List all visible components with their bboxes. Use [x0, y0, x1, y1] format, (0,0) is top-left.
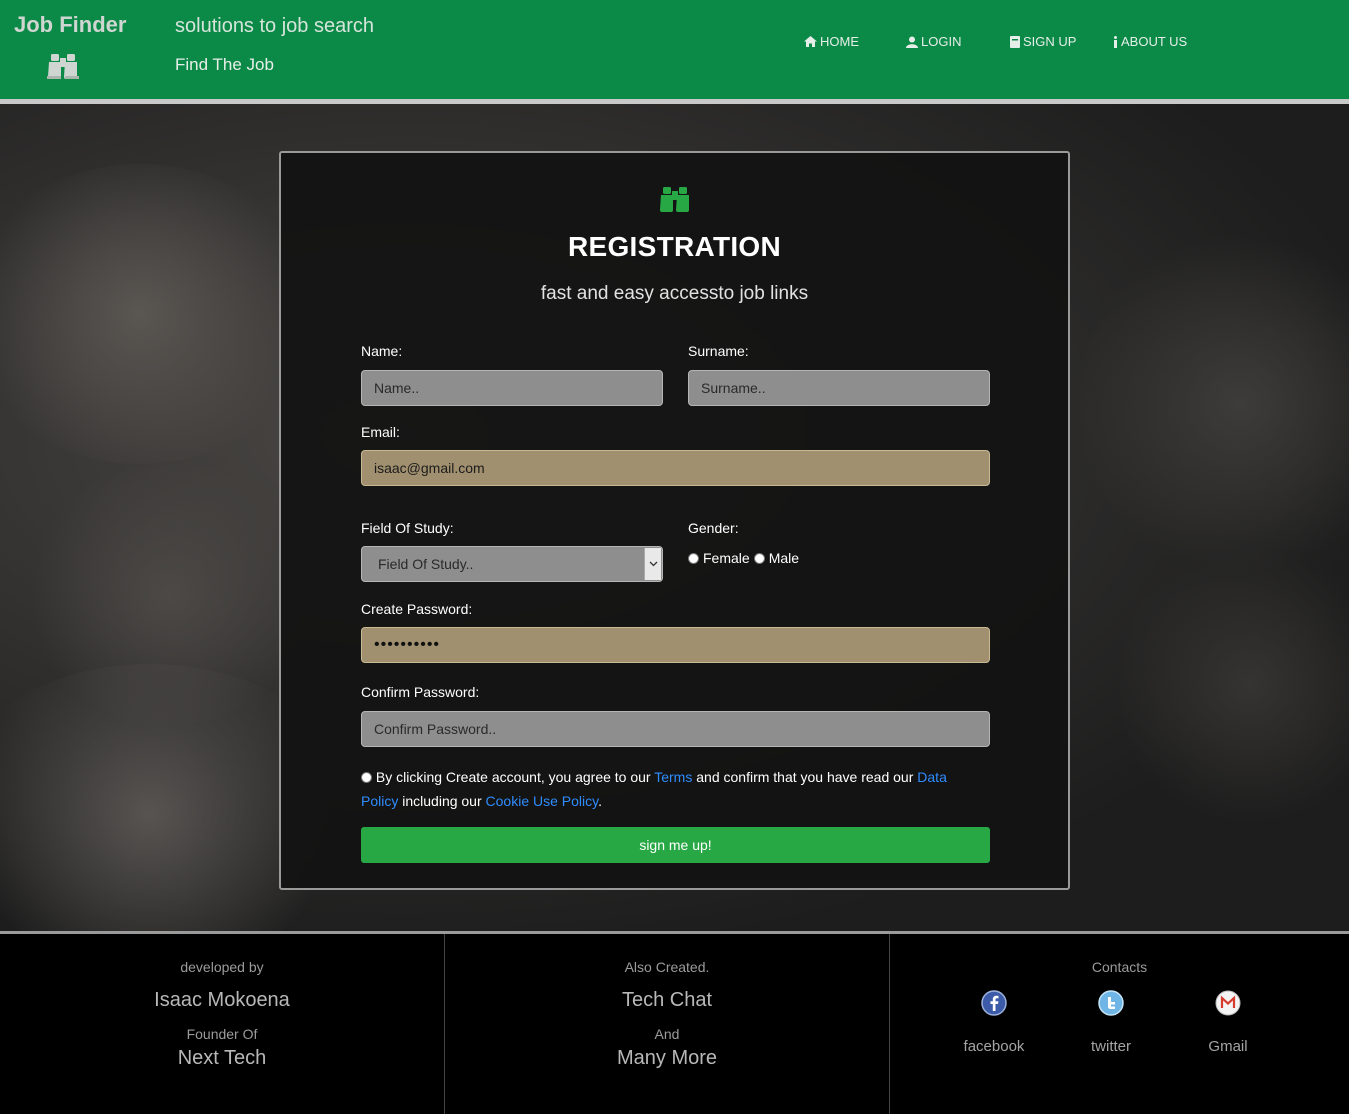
footer-developer-column: developed by Isaac Mokoena Founder Of Ne…	[0, 934, 445, 1114]
developer-name: Isaac Mokoena	[154, 989, 290, 1011]
and-label: And	[654, 1026, 680, 1042]
nav-about[interactable]: ABOUT US	[1113, 34, 1187, 49]
name-label: Name:	[361, 343, 403, 359]
surname-input[interactable]	[688, 370, 990, 406]
registration-form: REGISTRATION fast and easy accessto job …	[279, 151, 1070, 890]
email-label: Email:	[361, 424, 400, 440]
founder-of-label: Founder Of	[186, 1026, 258, 1042]
nav-signup-label: SIGN UP	[1023, 34, 1077, 49]
footer-projects-column: Also Created. Tech Chat And Many More	[445, 934, 890, 1114]
nav-signup[interactable]: SIGN UP	[1010, 34, 1076, 49]
brand-name[interactable]: Job Finder	[14, 12, 126, 38]
nav-login[interactable]: LOGIN	[906, 34, 961, 49]
twitter-icon	[1098, 990, 1124, 1016]
male-radio[interactable]	[753, 552, 765, 564]
footer: developed by Isaac Mokoena Founder Of Ne…	[0, 931, 1349, 1114]
field-of-study-value: Field Of Study..	[378, 556, 474, 572]
contacts-title: Contacts	[1091, 959, 1148, 975]
facebook-label: facebook	[963, 1038, 1025, 1055]
sign-up-button[interactable]: sign me up!	[361, 827, 990, 863]
background-shape	[1080, 224, 1349, 584]
gmail-link[interactable]: Gmail	[1188, 988, 1268, 1055]
female-radio[interactable]	[688, 552, 699, 564]
facebook-icon	[981, 990, 1007, 1016]
terms-prefix: By clicking Create account, you agree to…	[375, 769, 655, 785]
many-more-text: Many More	[616, 1047, 718, 1069]
gender-options: Female Male	[688, 550, 799, 566]
find-the-job-text: Find The Job	[175, 55, 274, 74]
form-subtitle: fast and easy accessto job links	[540, 283, 809, 304]
binoculars-icon	[658, 185, 692, 218]
background-shape	[1120, 534, 1349, 834]
male-label: Male	[768, 550, 800, 566]
chevron-down-icon	[644, 548, 661, 580]
company-name: Next Tech	[177, 1047, 267, 1069]
also-created-label: Also Created.	[624, 959, 710, 975]
field-of-study-label: Field Of Study:	[361, 520, 454, 536]
email-input[interactable]	[361, 450, 990, 486]
user-icon	[906, 36, 918, 48]
footer-contacts-column: Contacts facebook twitter Gmail	[890, 934, 1349, 1114]
confirm-password-input[interactable]	[361, 711, 990, 747]
terms-middle: and confirm that you have read our	[692, 769, 918, 785]
facebook-link[interactable]: facebook	[954, 988, 1034, 1055]
surname-label: Surname:	[688, 343, 749, 359]
gmail-label: Gmail	[1208, 1038, 1248, 1055]
developed-by-label: developed by	[180, 959, 264, 975]
name-input[interactable]	[361, 370, 663, 406]
create-password-input[interactable]: ••••••••••	[361, 627, 990, 663]
confirm-password-label: Confirm Password:	[361, 684, 480, 700]
binoculars-icon	[46, 52, 80, 85]
terms-middle2: including our	[398, 793, 486, 809]
info-icon	[1114, 35, 1117, 48]
project-name: Tech Chat	[621, 989, 713, 1011]
nav-home-label: HOME	[820, 34, 859, 49]
field-of-study-select[interactable]: Field Of Study..	[361, 546, 663, 582]
nav-about-label: ABOUT US	[1121, 34, 1188, 49]
nav-home[interactable]: HOME	[804, 34, 859, 49]
create-password-label: Create Password:	[361, 601, 473, 617]
tagline: solutions to job search	[175, 15, 375, 37]
nav-login-label: LOGIN	[921, 34, 962, 49]
twitter-link[interactable]: twitter	[1071, 988, 1151, 1055]
book-icon	[1010, 35, 1020, 48]
home-icon	[804, 36, 817, 47]
terms-radio[interactable]	[361, 772, 372, 783]
terms-suffix: .	[598, 793, 602, 809]
twitter-label: twitter	[1090, 1038, 1131, 1055]
top-navbar: Job Finder solutions to job search Find …	[0, 0, 1349, 104]
gmail-icon	[1215, 990, 1241, 1016]
background-shape	[0, 164, 320, 464]
cookie-policy-link[interactable]: Cookie Use Policy	[486, 793, 599, 809]
female-label: Female	[703, 550, 750, 566]
terms-text: By clicking Create account, you agree to…	[361, 765, 981, 813]
terms-link[interactable]: Terms	[654, 769, 692, 785]
form-title: REGISTRATION	[567, 231, 782, 262]
gender-label: Gender:	[688, 520, 739, 536]
